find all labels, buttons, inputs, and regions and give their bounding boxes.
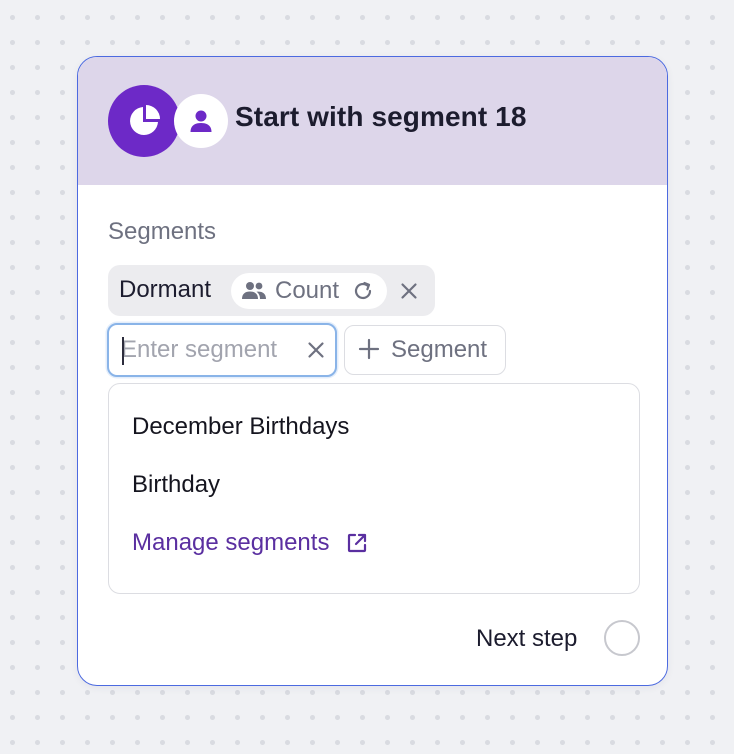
dropdown-option-december-birthdays[interactable]: December Birthdays	[132, 413, 349, 441]
dropdown-option-birthday[interactable]: Birthday	[132, 471, 220, 499]
count-label: Count	[275, 277, 340, 304]
segments-label: Segments	[108, 218, 217, 245]
segment-chip[interactable]: Dormant Count	[108, 265, 435, 316]
people-icon	[241, 280, 267, 307]
node-title: Start with segment 18	[235, 101, 527, 132]
segment-badge	[108, 85, 180, 157]
clear-input-button[interactable]	[303, 337, 329, 363]
refresh-icon[interactable]	[351, 279, 375, 308]
add-segment-button[interactable]: Segment	[344, 325, 506, 375]
text-caret	[122, 337, 124, 365]
segment-chip-label: Dormant	[119, 276, 212, 303]
person-badge	[174, 94, 228, 148]
count-button[interactable]: Count	[231, 273, 387, 309]
person-icon	[190, 110, 212, 132]
next-step-connector[interactable]	[604, 620, 640, 656]
manage-segments-link[interactable]: Manage segments	[132, 529, 368, 557]
segment-input-container[interactable]	[107, 323, 337, 377]
plus-icon	[358, 338, 380, 365]
add-segment-label: Segment	[391, 336, 488, 363]
segment-input[interactable]	[121, 325, 293, 375]
remove-segment-button[interactable]	[396, 278, 422, 304]
next-step-label: Next step	[476, 625, 578, 652]
segment-dropdown: December Birthdays Birthday Manage segme…	[108, 383, 640, 594]
close-icon	[401, 283, 417, 299]
segment-node-card[interactable]: Start with segment 18 Segments Dormant C…	[77, 56, 668, 686]
pie-chart-icon	[130, 105, 160, 135]
manage-segments-label: Manage segments	[132, 529, 330, 556]
card-header: Start with segment 18	[78, 57, 667, 185]
close-icon	[308, 342, 324, 358]
external-link-icon	[346, 532, 368, 554]
